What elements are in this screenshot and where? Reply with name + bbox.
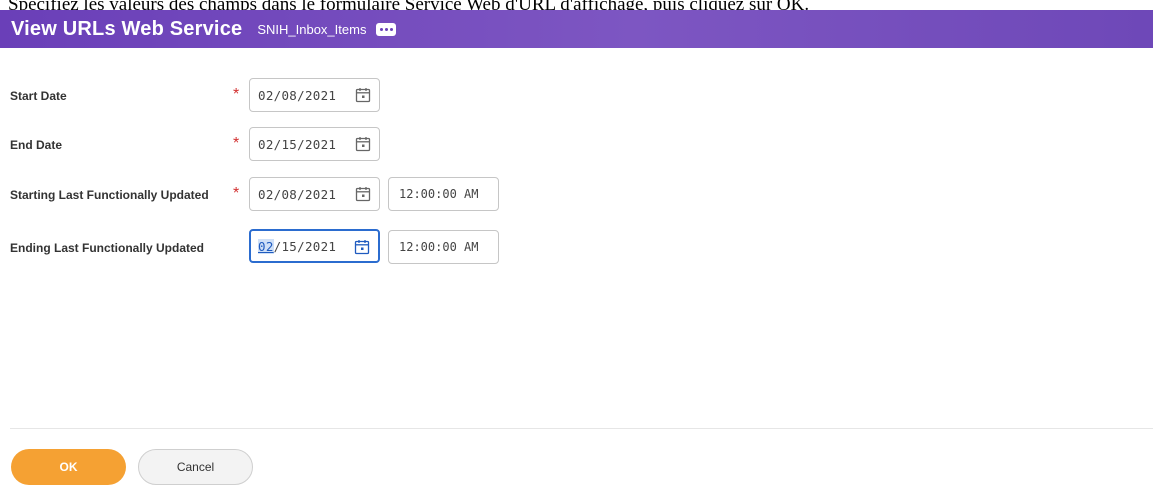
page-header: View URLs Web Service SNIH_Inbox_Items [0,10,1153,48]
ending-last-updated-date-input[interactable]: 02/15/2021 [249,229,380,263]
calendar-icon[interactable] [355,87,371,103]
page-subtitle: SNIH_Inbox_Items [257,21,367,37]
calendar-icon[interactable] [355,186,371,202]
ending-last-updated-label: Ending Last Functionally Updated [10,241,205,255]
required-marker: * [233,185,240,202]
calendar-icon[interactable] [355,136,371,152]
date-month-selection: 02 [258,238,274,254]
page-title: View URLs Web Service [11,17,243,40]
starting-last-updated-date-value: 02/08/2021 [258,186,337,202]
date-remainder: /15/2021 [273,238,337,254]
ending-last-updated-date-value: 02/15/2021 [258,238,337,254]
end-date-label: End Date [10,138,63,152]
required-marker: * [233,86,240,103]
starting-last-updated-time-value: 12:00:00 AM [399,187,479,201]
end-date-value: 02/15/2021 [258,136,337,152]
ending-last-updated-time-value: 12:00:00 AM [399,240,479,254]
footer-divider [10,428,1153,429]
start-date-value: 02/08/2021 [258,87,337,103]
start-date-label: Start Date [10,89,67,103]
more-dots-icon[interactable] [376,22,397,36]
starting-last-updated-date-input[interactable]: 02/08/2021 [249,177,380,211]
calendar-icon[interactable] [354,239,370,255]
required-marker: * [233,135,240,152]
end-date-input[interactable]: 02/15/2021 [249,127,380,161]
ending-last-updated-time-input[interactable]: 12:00:00 AM [388,230,499,264]
start-date-input[interactable]: 02/08/2021 [249,78,380,112]
starting-last-updated-label: Starting Last Functionally Updated [10,188,209,202]
starting-last-updated-time-input[interactable]: 12:00:00 AM [388,177,499,211]
